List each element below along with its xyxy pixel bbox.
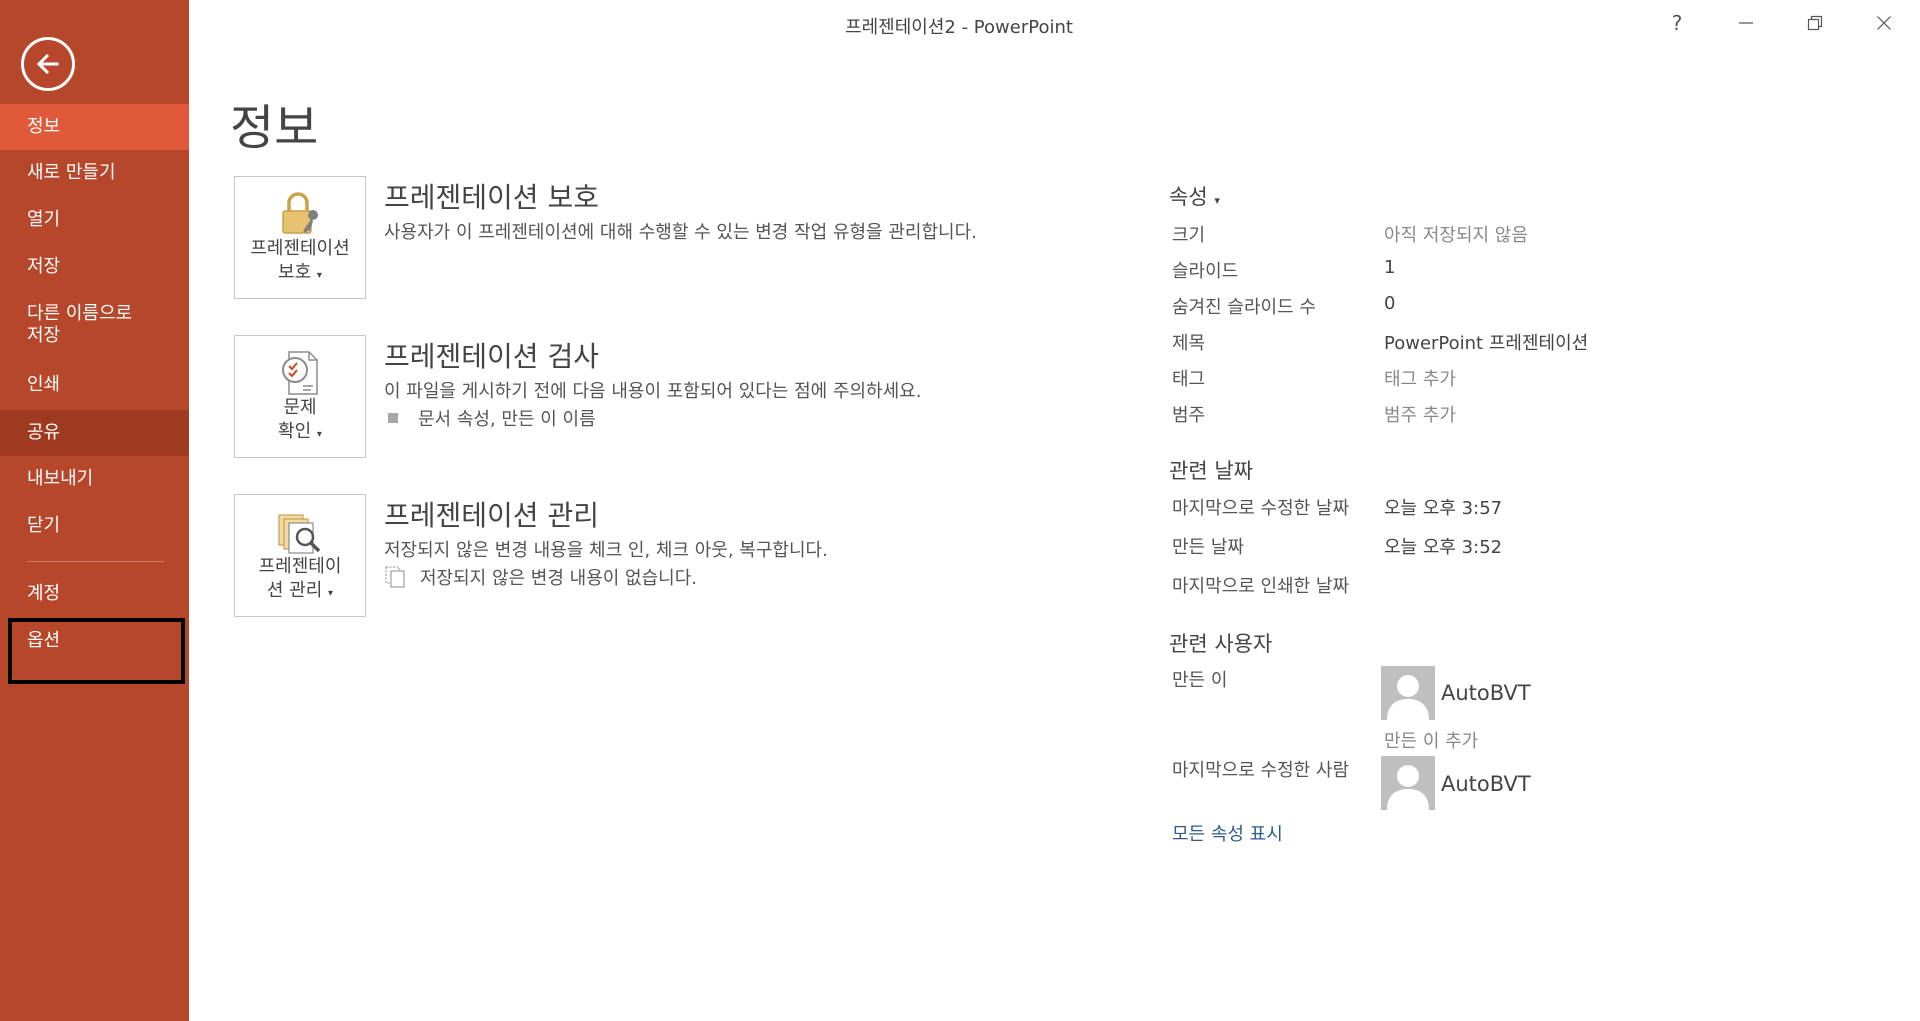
nav-item-save[interactable]: 저장 — [0, 246, 189, 290]
author-name[interactable]: AutoBVT — [1441, 681, 1531, 705]
manage-bullet: 저장되지 않은 변경 내용이 없습니다. — [384, 564, 697, 590]
date-value-created: 오늘 오후 3:52 — [1384, 537, 1503, 558]
back-button[interactable] — [21, 37, 75, 91]
nav-divider — [27, 561, 164, 562]
manage-description: 저장되지 않은 변경 내용을 체크 인, 체크 아웃, 복구합니다. — [384, 540, 828, 561]
protect-description: 사용자가 이 프레젠테이션에 대해 수행할 수 있는 변경 작업 유형을 관리합… — [384, 222, 977, 243]
minimize-button[interactable] — [1726, 8, 1766, 38]
inspect-bullet: 문서 속성, 만든 이 이름 — [388, 405, 596, 431]
close-icon — [1877, 16, 1891, 30]
manage-title: 프레젠테이션 관리 — [384, 499, 599, 532]
manage-button-label: 프레젠테이 션 관리 ▾ — [258, 556, 342, 601]
related-people-heading: 관련 사용자 — [1169, 632, 1273, 656]
user-silhouette-icon — [1387, 675, 1429, 720]
chevron-down-icon: ▾ — [1214, 194, 1220, 207]
people-label-author: 만든 이 — [1172, 670, 1228, 691]
prop-label-slides: 슬라이드 — [1172, 261, 1239, 282]
nav-item-info[interactable]: 정보 — [0, 104, 189, 150]
chevron-down-icon: ▾ — [316, 429, 322, 440]
nav-item-account[interactable]: 계정 — [0, 573, 189, 617]
restore-icon — [1807, 15, 1823, 31]
date-label-modified: 마지막으로 수정한 날짜 — [1172, 498, 1350, 519]
prop-value-title[interactable]: PowerPoint 프레젠테이션 — [1384, 329, 1588, 355]
inspect-title: 프레젠테이션 검사 — [384, 340, 599, 373]
manage-presentation-button[interactable]: 프레젠테이 션 관리 ▾ — [234, 494, 366, 617]
date-label-created: 만든 날짜 — [1172, 537, 1244, 558]
help-button[interactable]: ? — [1657, 8, 1697, 38]
user-silhouette-icon — [1387, 765, 1429, 810]
prop-label-tags: 태그 — [1172, 369, 1206, 390]
manage-versions-icon — [278, 514, 321, 554]
page-title: 정보 — [230, 100, 319, 156]
backstage-sidebar: 정보 새로 만들기 열기 저장 다른 이름으로 저장 인쇄 공유 내보내기 닫기… — [0, 0, 189, 1021]
prop-label-title: 제목 — [1172, 333, 1206, 354]
protect-presentation-button[interactable]: 프레젠테이션 보호 ▾ — [234, 176, 366, 299]
avatar — [1381, 666, 1435, 720]
add-author-field[interactable]: 만든 이 추가 — [1384, 727, 1478, 753]
avatar — [1381, 756, 1435, 810]
date-label-printed: 마지막으로 인쇄한 날짜 — [1172, 576, 1350, 597]
nav-item-open[interactable]: 열기 — [0, 199, 189, 243]
nav-item-save-as[interactable]: 다른 이름으로 저장 — [0, 293, 189, 363]
nav-item-share[interactable]: 공유 — [0, 410, 189, 456]
back-arrow-icon — [36, 53, 59, 75]
options-highlight-box — [8, 618, 185, 684]
prop-value-slides: 1 — [1384, 257, 1396, 278]
prop-value-size: 아직 저장되지 않음 — [1384, 225, 1528, 246]
properties-heading[interactable]: 속성 ▾ — [1169, 181, 1220, 211]
last-modified-name[interactable]: AutoBVT — [1441, 772, 1531, 796]
restore-button[interactable] — [1795, 8, 1835, 38]
bullet-square-icon — [388, 413, 398, 423]
add-tag-field[interactable]: 태그 추가 — [1384, 365, 1456, 391]
help-icon: ? — [1671, 11, 1683, 35]
prop-label-hidden-slides: 숨겨진 슬라이드 수 — [1172, 297, 1316, 318]
close-window-button[interactable] — [1864, 8, 1904, 38]
related-dates-heading: 관련 날짜 — [1169, 459, 1253, 483]
nav-item-close[interactable]: 닫기 — [0, 505, 189, 549]
minimize-icon — [1739, 22, 1753, 24]
check-button-label: 문제 확인 ▾ — [278, 397, 322, 442]
add-category-field[interactable]: 범주 추가 — [1384, 401, 1456, 427]
lock-key-icon — [282, 192, 318, 234]
chevron-down-icon: ▾ — [316, 270, 322, 281]
title-bar: 프레젠테이션2 - PowerPoint ? — [189, 0, 1920, 50]
unsaved-documents-icon — [385, 566, 405, 588]
prop-label-size: 크기 — [1172, 225, 1206, 246]
inspect-document-icon — [282, 351, 318, 395]
protect-button-label: 프레젠테이션 보호 ▾ — [250, 238, 350, 283]
prop-label-categories: 범주 — [1172, 405, 1206, 426]
check-for-issues-button[interactable]: 문제 확인 ▾ — [234, 335, 366, 458]
nav-item-print[interactable]: 인쇄 — [0, 364, 189, 408]
window-title: 프레젠테이션2 - PowerPoint — [845, 17, 1073, 38]
show-all-properties-link[interactable]: 모든 속성 표시 — [1172, 820, 1283, 846]
protect-title: 프레젠테이션 보호 — [384, 181, 599, 214]
nav-item-export[interactable]: 내보내기 — [0, 458, 189, 502]
prop-value-hidden-slides: 0 — [1384, 293, 1396, 314]
nav-item-new[interactable]: 새로 만들기 — [0, 152, 189, 196]
inspect-description: 이 파일을 게시하기 전에 다음 내용이 포함되어 있다는 점에 주의하세요. — [384, 381, 922, 402]
chevron-down-icon: ▾ — [328, 588, 334, 599]
people-label-last-modified: 마지막으로 수정한 사람 — [1172, 760, 1350, 781]
date-value-modified: 오늘 오후 3:57 — [1384, 498, 1503, 519]
